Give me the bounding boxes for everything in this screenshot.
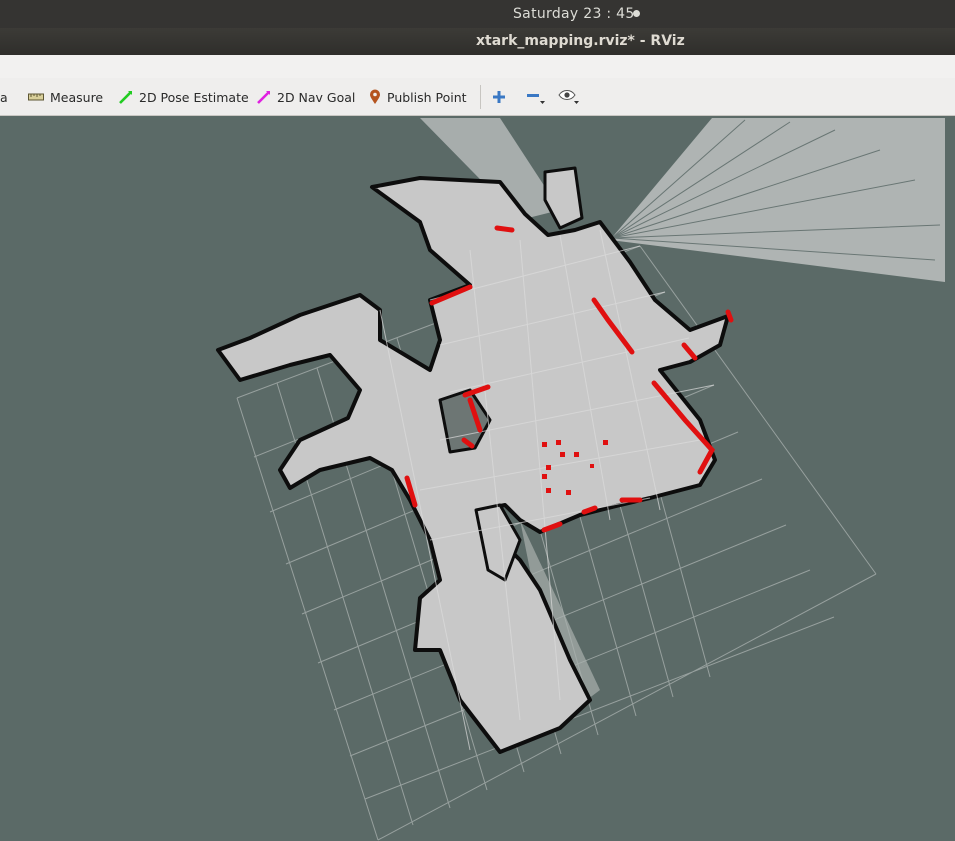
- minus-icon: [527, 94, 545, 104]
- tools-toolbar: a Measure 2D Pose Estimate 2D Nav Goal P…: [0, 78, 955, 116]
- green-arrow-icon: [119, 91, 132, 104]
- map-scene: [216, 118, 945, 841]
- system-clock[interactable]: Saturday 23 : 45: [513, 6, 635, 22]
- ruler-icon: [28, 93, 44, 101]
- tool-cut-off[interactable]: a: [0, 87, 8, 107]
- toolbar-separator: [480, 85, 481, 109]
- add-tool-button[interactable]: [492, 87, 506, 107]
- laser-scan-fan: [610, 118, 945, 282]
- eye-icon: [558, 90, 579, 104]
- tool-2d-nav-goal-button[interactable]: 2D Nav Goal: [257, 87, 355, 107]
- window-title-bar[interactable]: xtark_mapping.rviz* - RViz: [0, 28, 955, 55]
- map-pin-icon: [370, 89, 380, 104]
- remove-tool-button[interactable]: [526, 87, 546, 107]
- tool-measure-label: Measure: [50, 89, 104, 105]
- system-top-bar: Saturday 23 : 45: [0, 0, 955, 28]
- tool-cut-off-label: a: [0, 89, 8, 105]
- 3d-render-viewport[interactable]: [0, 116, 955, 841]
- magenta-arrow-icon: [257, 91, 270, 104]
- tool-measure-button[interactable]: Measure: [28, 87, 103, 107]
- tool-publish-point-label: Publish Point: [387, 89, 467, 105]
- tool-publish-point-button[interactable]: Publish Point: [369, 87, 467, 107]
- notification-dot-icon: [633, 10, 640, 17]
- tool-2d-pose-estimate-button[interactable]: 2D Pose Estimate: [119, 87, 249, 107]
- plus-icon: [493, 91, 505, 103]
- toggle-view-button[interactable]: [558, 87, 580, 107]
- tool-2d-nav-goal-label: 2D Nav Goal: [277, 89, 356, 105]
- tool-2d-pose-estimate-label: 2D Pose Estimate: [139, 89, 249, 105]
- menu-bar: [0, 55, 955, 79]
- occupancy-map: [216, 166, 730, 754]
- window-title: xtark_mapping.rviz* - RViz: [476, 33, 685, 49]
